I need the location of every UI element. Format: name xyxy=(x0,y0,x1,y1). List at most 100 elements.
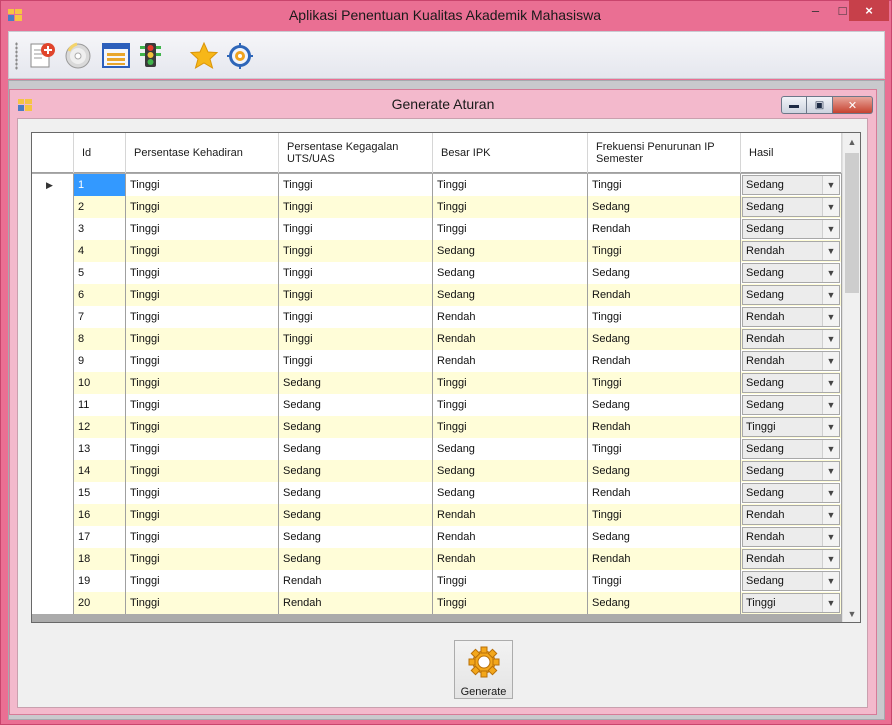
cell-ipk[interactable]: Tinggi xyxy=(433,394,588,416)
cell-frekuensi[interactable]: Rendah xyxy=(588,284,741,306)
hasil-combobox[interactable]: Tinggi ▼ xyxy=(742,417,840,437)
row-header[interactable] xyxy=(32,526,74,548)
cell-kehadiran[interactable]: Tinggi xyxy=(126,592,279,614)
main-titlebar[interactable]: Aplikasi Penentuan Kualitas Akademik Mah… xyxy=(0,0,890,30)
chevron-down-icon[interactable]: ▼ xyxy=(822,506,839,524)
cell-id[interactable]: 4 xyxy=(74,240,126,262)
gear-target-icon[interactable] xyxy=(223,40,257,72)
hasil-combobox[interactable]: Tinggi ▼ xyxy=(742,593,840,613)
cell-ipk[interactable]: Tinggi xyxy=(433,174,588,196)
column-header-hasil[interactable]: Hasil xyxy=(741,133,842,173)
chevron-down-icon[interactable]: ▼ xyxy=(822,198,839,216)
column-header-kehadiran[interactable]: Persentase Kehadiran xyxy=(126,133,279,173)
hasil-combobox[interactable]: Sedang ▼ xyxy=(742,395,840,415)
cell-kehadiran[interactable]: Tinggi xyxy=(126,438,279,460)
cell-kegagalan[interactable]: Tinggi xyxy=(279,328,433,350)
cell-kegagalan[interactable]: Sedang xyxy=(279,416,433,438)
table-row[interactable]: 2 Tinggi Tinggi Tinggi Sedang Sedang ▼ xyxy=(32,196,842,218)
table-row[interactable]: 14 Tinggi Sedang Sedang Sedang Sedang ▼ xyxy=(32,460,842,482)
scroll-down-icon[interactable]: ▼ xyxy=(843,605,860,622)
table-row[interactable]: 7 Tinggi Tinggi Rendah Tinggi Rendah ▼ xyxy=(32,306,842,328)
cell-kehadiran[interactable]: Tinggi xyxy=(126,416,279,438)
cell-ipk[interactable]: Sedang xyxy=(433,240,588,262)
chevron-down-icon[interactable]: ▼ xyxy=(822,572,839,590)
table-row[interactable]: 10 Tinggi Sedang Tinggi Tinggi Sedang ▼ xyxy=(32,372,842,394)
cell-ipk[interactable]: Sedang xyxy=(433,262,588,284)
row-header[interactable] xyxy=(32,218,74,240)
child-maximize-button[interactable]: ▣ xyxy=(807,96,833,114)
cell-id[interactable]: 18 xyxy=(74,548,126,570)
cell-frekuensi[interactable]: Tinggi xyxy=(588,372,741,394)
cell-id[interactable]: 7 xyxy=(74,306,126,328)
cell-kegagalan[interactable]: Rendah xyxy=(279,592,433,614)
row-header-corner[interactable] xyxy=(32,133,74,173)
scroll-up-icon[interactable]: ▲ xyxy=(843,133,860,150)
traffic-light-icon[interactable] xyxy=(133,40,167,72)
row-header[interactable] xyxy=(32,592,74,614)
table-row[interactable]: 9 Tinggi Tinggi Rendah Rendah Rendah ▼ xyxy=(32,350,842,372)
hasil-combobox[interactable]: Rendah ▼ xyxy=(742,329,840,349)
cell-frekuensi[interactable]: Tinggi xyxy=(588,174,741,196)
column-header-ipk[interactable]: Besar IPK xyxy=(433,133,588,173)
table-row[interactable]: 8 Tinggi Tinggi Rendah Sedang Rendah ▼ xyxy=(32,328,842,350)
cell-id[interactable]: 20 xyxy=(74,592,126,614)
chevron-down-icon[interactable]: ▼ xyxy=(822,594,839,612)
row-header[interactable] xyxy=(32,350,74,372)
row-header[interactable] xyxy=(32,570,74,592)
hasil-combobox[interactable]: Sedang ▼ xyxy=(742,175,840,195)
cell-kegagalan[interactable]: Sedang xyxy=(279,372,433,394)
hasil-combobox[interactable]: Sedang ▼ xyxy=(742,197,840,217)
hasil-combobox[interactable]: Rendah ▼ xyxy=(742,307,840,327)
star-icon[interactable] xyxy=(187,40,221,72)
column-header-frekuensi[interactable]: Frekuensi Penurunan IP Semester xyxy=(588,133,741,173)
table-row[interactable]: 17 Tinggi Sedang Rendah Sedang Rendah ▼ xyxy=(32,526,842,548)
cell-frekuensi[interactable]: Tinggi xyxy=(588,570,741,592)
toolbar-grip[interactable] xyxy=(15,42,18,70)
list-window-icon[interactable] xyxy=(99,40,133,72)
minimize-button[interactable]: – xyxy=(802,0,829,21)
cell-ipk[interactable]: Rendah xyxy=(433,350,588,372)
cell-kehadiran[interactable]: Tinggi xyxy=(126,526,279,548)
hasil-combobox[interactable]: Sedang ▼ xyxy=(742,483,840,503)
hasil-combobox[interactable]: Rendah ▼ xyxy=(742,549,840,569)
cell-kegagalan[interactable]: Tinggi xyxy=(279,218,433,240)
table-row[interactable]: 19 Tinggi Rendah Tinggi Tinggi Sedang ▼ xyxy=(32,570,842,592)
cell-id[interactable]: 8 xyxy=(74,328,126,350)
cell-id[interactable]: 13 xyxy=(74,438,126,460)
table-row[interactable]: 15 Tinggi Sedang Sedang Rendah Sedang ▼ xyxy=(32,482,842,504)
row-header[interactable] xyxy=(32,306,74,328)
row-header[interactable]: ▶ xyxy=(32,174,74,196)
cell-frekuensi[interactable]: Sedang xyxy=(588,592,741,614)
hasil-combobox[interactable]: Sedang ▼ xyxy=(742,219,840,239)
cell-id[interactable]: 12 xyxy=(74,416,126,438)
cell-ipk[interactable]: Sedang xyxy=(433,460,588,482)
chevron-down-icon[interactable]: ▼ xyxy=(822,440,839,458)
cell-kehadiran[interactable]: Tinggi xyxy=(126,240,279,262)
cell-id[interactable]: 1 xyxy=(74,174,126,196)
cell-ipk[interactable]: Tinggi xyxy=(433,416,588,438)
cell-kegagalan[interactable]: Sedang xyxy=(279,482,433,504)
chevron-down-icon[interactable]: ▼ xyxy=(822,330,839,348)
hasil-combobox[interactable]: Sedang ▼ xyxy=(742,373,840,393)
cell-kehadiran[interactable]: Tinggi xyxy=(126,394,279,416)
chevron-down-icon[interactable]: ▼ xyxy=(822,286,839,304)
table-row[interactable]: 5 Tinggi Tinggi Sedang Sedang Sedang ▼ xyxy=(32,262,842,284)
chevron-down-icon[interactable]: ▼ xyxy=(822,220,839,238)
cell-frekuensi[interactable]: Tinggi xyxy=(588,240,741,262)
cell-frekuensi[interactable]: Rendah xyxy=(588,548,741,570)
cell-id[interactable]: 2 xyxy=(74,196,126,218)
document-add-icon[interactable] xyxy=(25,40,59,72)
cell-kehadiran[interactable]: Tinggi xyxy=(126,570,279,592)
child-close-button[interactable]: ✕ xyxy=(833,96,873,114)
cell-ipk[interactable]: Sedang xyxy=(433,284,588,306)
hasil-combobox[interactable]: Sedang ▼ xyxy=(742,285,840,305)
cell-frekuensi[interactable]: Rendah xyxy=(588,350,741,372)
cell-ipk[interactable]: Rendah xyxy=(433,548,588,570)
table-row[interactable]: 11 Tinggi Sedang Tinggi Sedang Sedang ▼ xyxy=(32,394,842,416)
cell-kehadiran[interactable]: Tinggi xyxy=(126,548,279,570)
cell-id[interactable]: 3 xyxy=(74,218,126,240)
cell-kegagalan[interactable]: Sedang xyxy=(279,526,433,548)
cell-kehadiran[interactable]: Tinggi xyxy=(126,350,279,372)
chevron-down-icon[interactable]: ▼ xyxy=(822,550,839,568)
cell-frekuensi[interactable]: Tinggi xyxy=(588,438,741,460)
